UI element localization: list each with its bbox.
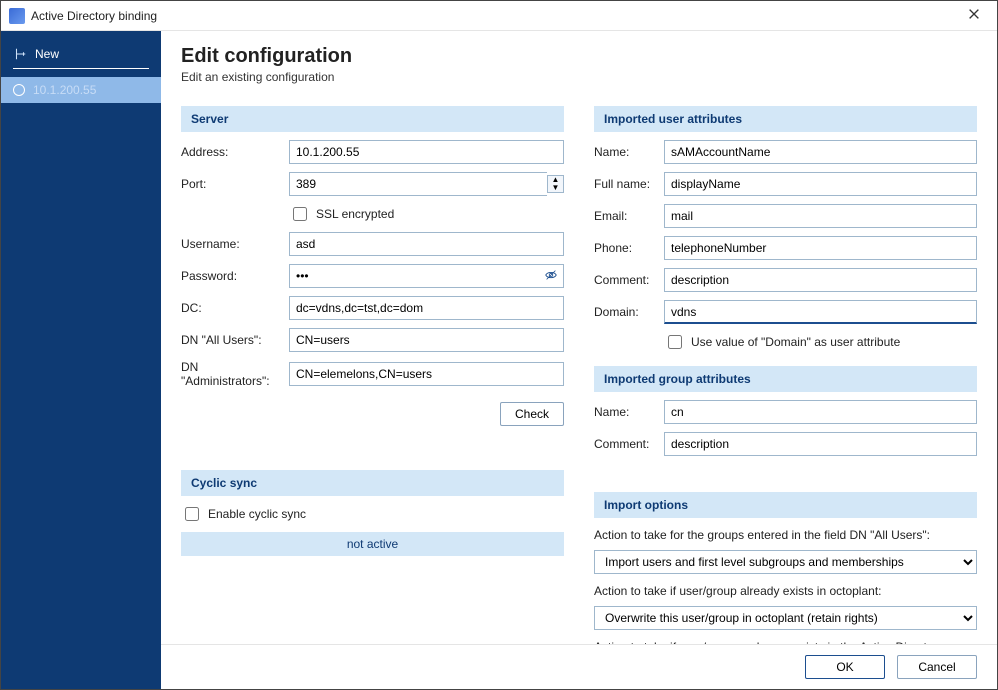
attr-domain-label: Domain: xyxy=(594,305,656,319)
cancel-button[interactable]: Cancel xyxy=(897,655,977,679)
columns: Server Address: Port: ▲ ▼ xyxy=(181,100,977,644)
sidebar: New 10.1.200.55 xyxy=(1,31,161,689)
use-domain-label: Use value of "Domain" as user attribute xyxy=(691,335,900,349)
ssl-label: SSL encrypted xyxy=(316,207,394,221)
import-q1: Action to take for the groups entered in… xyxy=(594,528,977,542)
use-domain-row: Use value of "Domain" as user attribute xyxy=(664,332,900,352)
server-header: Server xyxy=(181,106,564,132)
attr-phone-label: Phone: xyxy=(594,241,656,255)
dialog-window: Active Directory binding New 10.1.200.55… xyxy=(0,0,998,690)
attr-comment-input[interactable] xyxy=(664,268,977,292)
right-column: Imported user attributes Name: Full name… xyxy=(594,100,977,644)
sidebar-new-label: New xyxy=(35,47,59,61)
user-attrs-header: Imported user attributes xyxy=(594,106,977,132)
gattr-comment-label: Comment: xyxy=(594,437,656,451)
sidebar-item-label: 10.1.200.55 xyxy=(33,83,96,97)
dc-input[interactable] xyxy=(289,296,564,320)
import-q2-select[interactable]: Overwrite this user/group in octoplant (… xyxy=(594,606,977,630)
port-label: Port: xyxy=(181,177,281,191)
attr-fullname-input[interactable] xyxy=(664,172,977,196)
page-subtitle: Edit an existing configuration xyxy=(181,70,977,84)
check-row: Check xyxy=(181,402,564,426)
dialog-body: New 10.1.200.55 Edit configuration Edit … xyxy=(1,31,997,689)
sidebar-item-config[interactable]: 10.1.200.55 xyxy=(1,77,161,103)
import-q2: Action to take if user/group already exi… xyxy=(594,584,977,598)
attr-fullname-label: Full name: xyxy=(594,177,656,191)
content: Edit configuration Edit an existing conf… xyxy=(161,31,997,644)
dn-admin-input[interactable] xyxy=(289,362,564,386)
group-attrs-header: Imported group attributes xyxy=(594,366,977,392)
dialog-footer: OK Cancel xyxy=(161,644,997,689)
gattr-name-input[interactable] xyxy=(664,400,977,424)
show-password-toggle[interactable] xyxy=(544,268,558,285)
left-column: Server Address: Port: ▲ ▼ xyxy=(181,100,564,644)
dn-all-input[interactable] xyxy=(289,328,564,352)
ssl-checkbox[interactable] xyxy=(293,207,307,221)
titlebar-left: Active Directory binding xyxy=(9,8,157,24)
cyclic-enable-label: Enable cyclic sync xyxy=(208,507,306,521)
plus-branch-icon xyxy=(13,47,27,61)
row-attr-domain: Domain: xyxy=(594,300,977,324)
page-title: Edit configuration xyxy=(181,45,977,68)
address-label: Address: xyxy=(181,145,281,159)
attr-name-label: Name: xyxy=(594,145,656,159)
sidebar-new-button[interactable]: New xyxy=(1,37,161,76)
dn-all-label: DN "All Users": xyxy=(181,333,281,347)
main-area: Edit configuration Edit an existing conf… xyxy=(161,31,997,689)
attr-name-input[interactable] xyxy=(664,140,977,164)
attr-email-input[interactable] xyxy=(664,204,977,228)
ok-button[interactable]: OK xyxy=(805,655,885,679)
row-use-domain: Use value of "Domain" as user attribute xyxy=(594,332,977,352)
attr-phone-input[interactable] xyxy=(664,236,977,260)
port-spin-buttons: ▲ ▼ xyxy=(547,175,564,193)
attr-domain-input[interactable] xyxy=(664,300,977,324)
app-icon xyxy=(9,8,25,24)
row-gattr-name: Name: xyxy=(594,400,977,424)
cyclic-enable-row: Enable cyclic sync xyxy=(181,504,564,524)
cyclic-status: not active xyxy=(181,532,564,556)
import-q1-select[interactable]: Import users and first level subgroups a… xyxy=(594,550,977,574)
address-input[interactable] xyxy=(289,140,564,164)
row-dc: DC: xyxy=(181,296,564,320)
port-spinner: ▲ ▼ xyxy=(289,172,564,196)
eye-slash-icon xyxy=(544,268,558,282)
row-attr-phone: Phone: xyxy=(594,236,977,260)
use-domain-checkbox[interactable] xyxy=(668,335,682,349)
row-attr-name: Name: xyxy=(594,140,977,164)
port-spin-down[interactable]: ▼ xyxy=(548,184,563,192)
row-port: Port: ▲ ▼ xyxy=(181,172,564,196)
radio-icon xyxy=(13,84,25,96)
close-button[interactable] xyxy=(959,3,989,28)
dn-admin-label: DN "Administrators": xyxy=(181,360,281,388)
row-address: Address: xyxy=(181,140,564,164)
password-input[interactable] xyxy=(289,264,564,288)
window-title: Active Directory binding xyxy=(31,9,157,23)
row-ssl: SSL encrypted xyxy=(181,204,564,224)
row-dn-all: DN "All Users": xyxy=(181,328,564,352)
import-header: Import options xyxy=(594,492,977,518)
port-input[interactable] xyxy=(289,172,547,196)
check-button[interactable]: Check xyxy=(500,402,564,426)
ssl-checkbox-row: SSL encrypted xyxy=(289,204,394,224)
dc-label: DC: xyxy=(181,301,281,315)
titlebar: Active Directory binding xyxy=(1,1,997,31)
attr-comment-label: Comment: xyxy=(594,273,656,287)
row-attr-email: Email: xyxy=(594,204,977,228)
cyclic-header: Cyclic sync xyxy=(181,470,564,496)
sidebar-divider xyxy=(13,68,149,69)
row-password: Password: xyxy=(181,264,564,288)
row-attr-fullname: Full name: xyxy=(594,172,977,196)
username-label: Username: xyxy=(181,237,281,251)
row-dn-admin: DN "Administrators": xyxy=(181,360,564,388)
row-gattr-comment: Comment: xyxy=(594,432,977,456)
username-input[interactable] xyxy=(289,232,564,256)
attr-email-label: Email: xyxy=(594,209,656,223)
gattr-name-label: Name: xyxy=(594,405,656,419)
row-attr-comment: Comment: xyxy=(594,268,977,292)
close-icon xyxy=(967,7,981,21)
password-label: Password: xyxy=(181,269,281,283)
row-username: Username: xyxy=(181,232,564,256)
gattr-comment-input[interactable] xyxy=(664,432,977,456)
cyclic-enable-checkbox[interactable] xyxy=(185,507,199,521)
